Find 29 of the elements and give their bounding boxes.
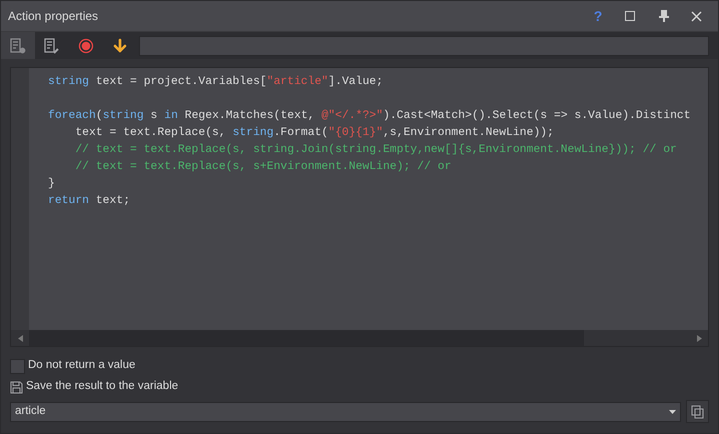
code-line: }	[48, 178, 55, 190]
scroll-right-icon	[696, 334, 702, 342]
code-line: foreach(string s in Regex.Matches(text, @"</.*?>").Cast<Match>().Select(s => s.Value).Distinct	[48, 110, 691, 122]
checkbox[interactable]	[10, 358, 25, 374]
document-gear-icon	[9, 36, 27, 54]
copy-icon	[690, 404, 704, 418]
record-icon	[78, 38, 94, 54]
checkbox-label: Do not return a value	[28, 358, 136, 374]
copy-button[interactable]	[686, 400, 709, 423]
arrow-down-icon	[112, 38, 128, 54]
variable-dropdown[interactable]: article	[10, 402, 681, 422]
pin-icon	[659, 10, 669, 22]
close-icon	[690, 10, 702, 22]
dropdown-caret-icon	[669, 410, 676, 414]
toolbar-field[interactable]	[139, 36, 709, 56]
code-line: // text = text.Replace(s, string.Join(string.Empty,new[]{s,Environment.NewLine})); // or	[74, 144, 677, 156]
maximize-icon	[625, 11, 635, 21]
scroll-left-icon	[18, 334, 22, 342]
scroll-thumb[interactable]	[29, 330, 584, 346]
code-line: return text;	[48, 195, 130, 207]
code-line: string text = project.Variables["article"].Value;	[48, 76, 383, 88]
document-pencil-icon	[43, 36, 61, 54]
toolbar-button[interactable]	[1, 32, 35, 59]
window-title: Action properties	[8, 8, 100, 25]
code-editor[interactable]	[10, 67, 709, 347]
code-line: text = text.Replace(s, string.Format("{0}{1}",s,Environment.NewLine));	[74, 127, 554, 139]
horizontal-scrollbar[interactable]	[11, 330, 708, 346]
save-label: Save the result to the variable	[26, 379, 178, 394]
code-line: // text = text.Replace(s, s+Environment.NewLine); // or	[74, 161, 452, 173]
